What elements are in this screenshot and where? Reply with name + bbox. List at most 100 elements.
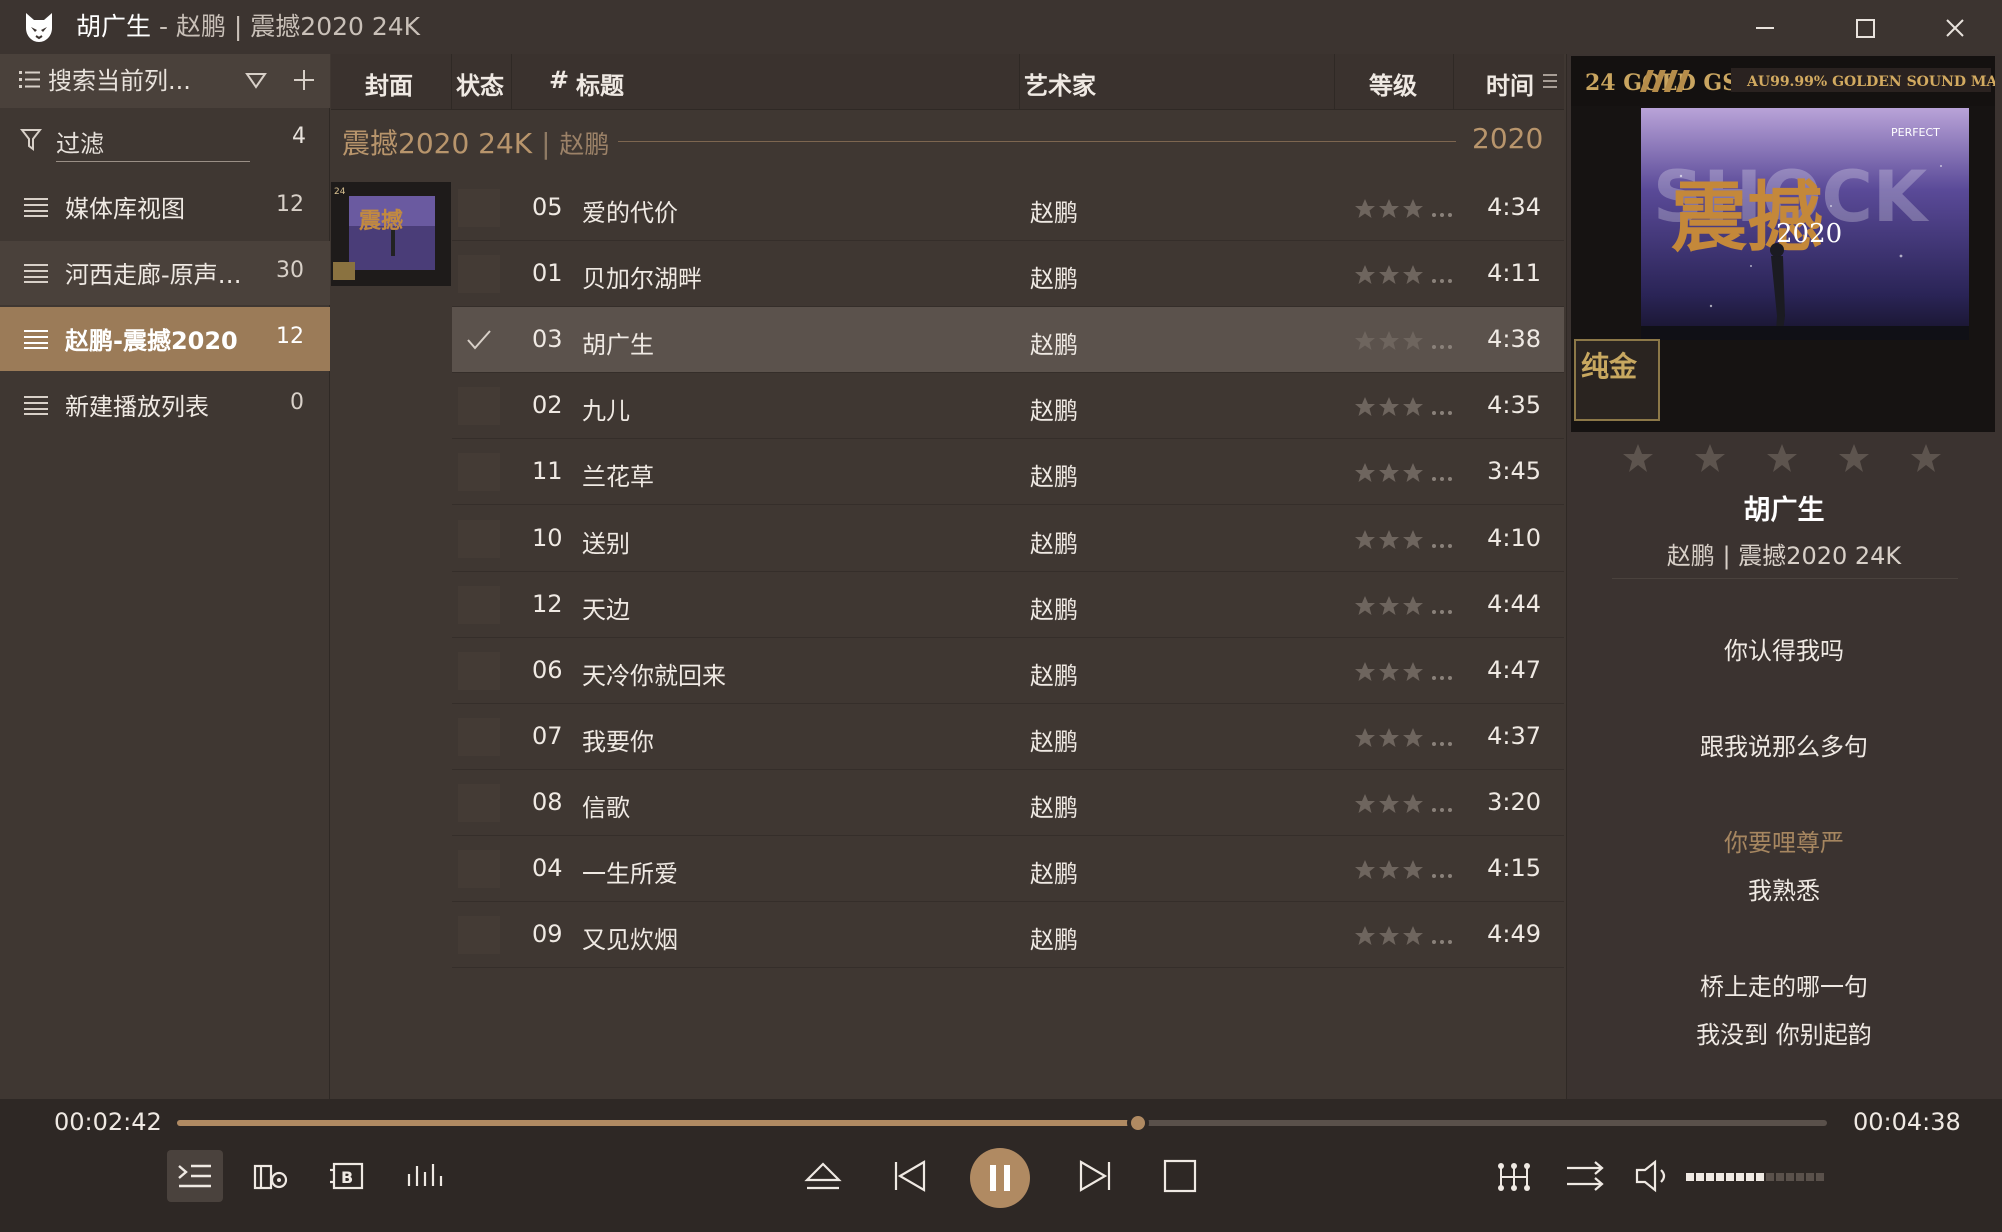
column-separator[interactable] (451, 54, 452, 110)
elapsed-time: 00:02:42 (54, 1108, 162, 1136)
now-playing-title: 胡广生 (1743, 495, 1825, 526)
track-status-cell[interactable] (458, 916, 500, 955)
track-rating-stars[interactable] (1354, 793, 1458, 815)
track-row[interactable]: 03 胡广生 赵鹏 4:38 (452, 307, 1564, 374)
playlist-item-hexi-corridor[interactable]: 河西走廊-原声音乐 30 (0, 241, 330, 305)
track-rating-stars[interactable] (1354, 462, 1458, 484)
track-row[interactable]: 12 天边 赵鹏 4:44 (452, 572, 1564, 638)
seek-bar-progress (177, 1120, 1138, 1126)
column-header-rating[interactable]: 等级 (1369, 66, 1417, 101)
track-row[interactable]: 06 天冷你就回来 赵鹏 4:47 (452, 638, 1564, 704)
track-number: 01 (532, 259, 563, 288)
track-rating-stars[interactable] (1354, 859, 1458, 881)
library-view-button[interactable] (243, 1150, 299, 1202)
stop-button[interactable] (1152, 1150, 1208, 1202)
track-status-cell[interactable] (458, 783, 500, 822)
filter-dropdown-icon[interactable] (244, 70, 268, 92)
now-playing-rating-stars[interactable] (1620, 440, 1950, 476)
column-separator[interactable] (1019, 54, 1020, 110)
playlist-view-button[interactable] (167, 1150, 223, 1202)
now-playing-album[interactable]: 震撼2020 24K (1738, 542, 1901, 570)
track-rating-stars[interactable] (1354, 396, 1458, 418)
minimize-button[interactable] (1745, 8, 1785, 48)
track-rating-stars[interactable] (1354, 264, 1458, 286)
column-separator[interactable] (1334, 54, 1335, 110)
add-playlist-icon[interactable] (291, 67, 317, 93)
maximize-button[interactable] (1845, 8, 1885, 48)
playlist-search-input[interactable] (48, 62, 238, 100)
track-artist: 赵鹏 (1030, 926, 1078, 955)
filter-row[interactable] (0, 112, 330, 172)
column-separator[interactable] (511, 54, 512, 110)
visualizer-button[interactable] (1486, 1150, 1542, 1202)
filter-label[interactable]: 过滤 (56, 124, 104, 159)
eject-button[interactable] (795, 1150, 851, 1202)
lyric-line: 你认得我吗 (1724, 637, 1844, 665)
column-separator[interactable] (1453, 54, 1454, 110)
next-track-button[interactable] (1067, 1150, 1123, 1202)
track-number: 03 (532, 325, 563, 354)
column-header-cover[interactable]: 封面 (365, 66, 413, 101)
shuffle-order-button[interactable] (1557, 1150, 1613, 1202)
track-artist: 赵鹏 (1030, 661, 1078, 690)
track-row[interactable]: 11 兰花草 赵鹏 3:45 (452, 439, 1564, 506)
now-playing-divider (1612, 578, 1958, 579)
window-title-song: 胡广生 (76, 12, 152, 41)
track-row[interactable]: 04 一生所爱 赵鹏 4:15 (452, 836, 1564, 902)
column-header-title[interactable]: 标题 (576, 66, 624, 101)
pause-button[interactable] (970, 1148, 1030, 1208)
track-rating-stars[interactable] (1354, 595, 1458, 617)
window-title-artist: 赵鹏 (175, 12, 226, 41)
track-rating-stars[interactable] (1354, 198, 1458, 220)
playlist-item-zhaopeng-shock2020[interactable]: 赵鹏-震撼2020 12 (0, 307, 330, 371)
column-header-time[interactable]: 时间 (1486, 66, 1534, 101)
playlist-item-new-playlist[interactable]: 新建播放列表 0 (0, 373, 330, 437)
track-list-header: 封面 状态 # 标题 艺术家 等级 时间 (331, 54, 1564, 110)
album-art-perfect: PERFECT (1891, 126, 1940, 139)
track-status-cell[interactable] (458, 519, 500, 558)
track-status-cell[interactable] (458, 651, 500, 690)
bookmark-button[interactable]: B (320, 1150, 376, 1202)
column-header-artist[interactable]: 艺术家 (1024, 66, 1096, 101)
track-row[interactable]: 05 爱的代价 赵鹏 4:34 (452, 175, 1564, 241)
track-artist: 赵鹏 (1030, 793, 1078, 822)
track-row[interactable]: 07 我要你 赵鹏 4:37 (452, 704, 1564, 770)
playlist-count: 30 (276, 258, 304, 283)
track-row[interactable]: 10 送别 赵鹏 4:10 (452, 506, 1564, 572)
album-art-year: 2020 (1776, 219, 1842, 249)
track-status-cell[interactable] (458, 387, 500, 426)
seek-handle[interactable] (1127, 1112, 1149, 1134)
track-status-cell[interactable] (458, 585, 500, 624)
playlist-item-media-library[interactable]: 媒体库视图 12 (0, 175, 330, 239)
track-status-cell[interactable] (458, 255, 500, 294)
track-status-cell[interactable] (458, 189, 500, 227)
track-status-cell[interactable] (458, 850, 500, 888)
column-menu-icon[interactable] (1542, 72, 1558, 90)
track-status-cell[interactable] (458, 717, 500, 756)
now-playing-artist[interactable]: 赵鹏 (1667, 542, 1715, 570)
track-rating-stars[interactable] (1354, 529, 1458, 551)
track-status-cell[interactable] (458, 453, 500, 492)
track-rating-stars[interactable] (1354, 661, 1458, 683)
volume-slider[interactable] (1686, 1172, 1826, 1182)
track-duration: 4:10 (1487, 523, 1541, 552)
track-number: 02 (532, 391, 563, 420)
track-row[interactable]: 02 九儿 赵鹏 4:35 (452, 373, 1564, 440)
track-rating-stars[interactable] (1354, 727, 1458, 749)
track-rating-stars[interactable] (1354, 330, 1458, 352)
track-artist: 赵鹏 (1030, 529, 1078, 558)
track-row[interactable]: 08 信歌 赵鹏 3:20 (452, 770, 1564, 836)
column-header-number[interactable]: # (549, 66, 569, 94)
previous-track-button[interactable] (882, 1150, 938, 1202)
track-row[interactable]: 09 又见炊烟 赵鹏 4:49 (452, 902, 1564, 969)
equalizer-button[interactable] (397, 1150, 453, 1202)
group-album-title: 震撼2020 24K (342, 127, 533, 160)
album-cover-thumbnail[interactable]: 震撼 24 (331, 182, 451, 286)
track-rating-stars[interactable] (1354, 925, 1458, 947)
column-header-status[interactable]: 状态 (456, 66, 504, 101)
track-row[interactable]: 01 贝加尔湖畔 赵鹏 4:11 (452, 241, 1564, 308)
volume-speaker-icon[interactable] (1627, 1150, 1683, 1202)
playlist-label: 新建播放列表 (65, 393, 209, 421)
track-duration: 4:35 (1487, 391, 1541, 420)
close-button[interactable] (1935, 8, 1975, 48)
